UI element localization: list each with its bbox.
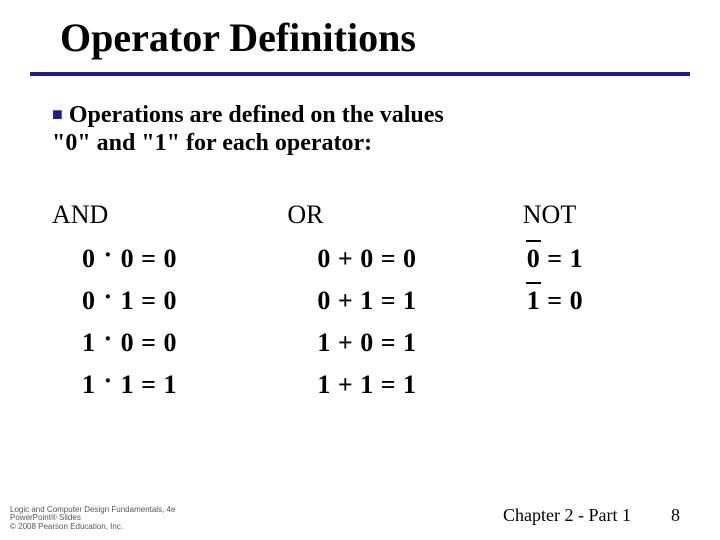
or-header: OR [287, 200, 462, 230]
and-row: 1 · 0 = 0 [82, 328, 227, 358]
not-row: 1 = 0 [527, 286, 652, 316]
not-row: 0 = 1 [527, 244, 652, 274]
and-column: AND 0 · 0 = 0 0 · 1 = 0 1 · 0 = 0 1 · 1 … [52, 200, 227, 400]
bullet-line-1: Operations are defined on the values [69, 102, 444, 128]
overbar-icon: 1 [527, 286, 541, 316]
or-row: 1 + 1 = 1 [317, 370, 462, 400]
bullet-text: ■ Operations are defined on the values "0… [52, 102, 652, 157]
dot-icon: · [103, 366, 114, 395]
not-column: NOT 0 = 1 1 = 0 [523, 200, 652, 400]
footer: Chapter 2 - Part 1 8 [503, 505, 680, 526]
and-row: 0 · 1 = 0 [82, 286, 227, 316]
and-row: 1 · 1 = 1 [82, 370, 227, 400]
dot-icon: · [103, 240, 114, 269]
slide: Operator Definitions ■ Operations are def… [0, 0, 720, 540]
fine-print: Logic and Computer Design Fundamentals, … [10, 506, 175, 532]
page-number: 8 [671, 505, 680, 526]
and-equations: 0 · 0 = 0 0 · 1 = 0 1 · 0 = 0 1 · 1 = 1 [52, 244, 227, 400]
or-row: 1 + 0 = 1 [317, 328, 462, 358]
columns: AND 0 · 0 = 0 0 · 1 = 0 1 · 0 = 0 1 · 1 … [52, 200, 652, 400]
not-header: NOT [523, 200, 652, 230]
chapter-label: Chapter 2 - Part 1 [503, 505, 631, 526]
or-row: 0 + 1 = 1 [317, 286, 462, 316]
not-equations: 0 = 1 1 = 0 [523, 244, 652, 316]
and-row: 0 · 0 = 0 [82, 244, 227, 274]
dot-icon: · [103, 282, 114, 311]
fineprint-line: © 2008 Pearson Education, Inc. [10, 523, 175, 532]
or-row: 0 + 0 = 0 [317, 244, 462, 274]
overbar-icon: 0 [527, 244, 541, 274]
horizontal-rule [30, 72, 690, 76]
dot-icon: · [103, 324, 114, 353]
and-header: AND [52, 200, 227, 230]
bullet-line-2: "0" and "1" for each operator: [52, 130, 372, 156]
square-bullet-icon: ■ [52, 104, 63, 125]
page-title: Operator Definitions [60, 14, 416, 61]
or-column: OR 0 + 0 = 0 0 + 1 = 1 1 + 0 = 1 1 + 1 =… [287, 200, 462, 400]
or-equations: 0 + 0 = 0 0 + 1 = 1 1 + 0 = 1 1 + 1 = 1 [287, 244, 462, 400]
